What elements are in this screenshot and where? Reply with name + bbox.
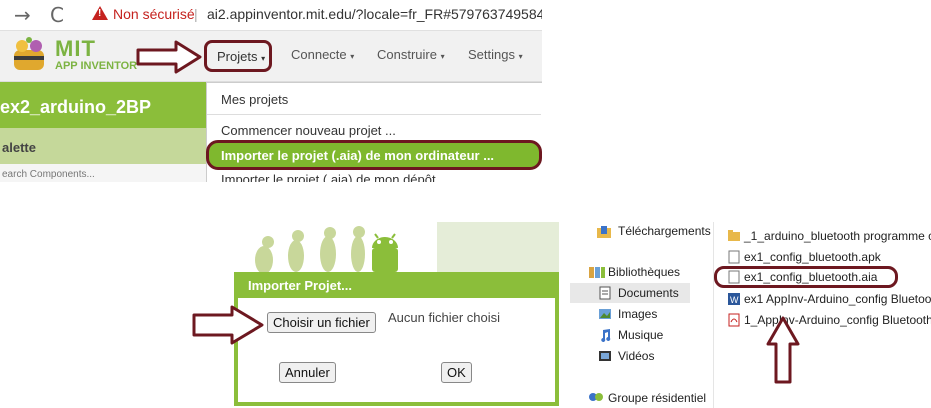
nav-item-musique[interactable]: Musique: [618, 328, 663, 342]
music-icon: [601, 329, 611, 342]
annotation-highlight-projets: [204, 40, 272, 72]
nav-item-videos[interactable]: Vidéos: [618, 349, 654, 363]
annotation-arrow-up-icon: [766, 316, 800, 384]
chevron-down-icon: ▾: [350, 52, 355, 61]
menu-settings[interactable]: Settings ▾: [468, 47, 523, 62]
dropdown-divider: [207, 114, 541, 115]
choose-file-button[interactable]: Choisir un fichier: [267, 312, 376, 333]
logo-app-inventor-text: APP INVENTOR: [55, 60, 138, 72]
address-separator: |: [194, 6, 198, 22]
annotation-highlight-aia-file: [714, 266, 898, 288]
nav-item-documents[interactable]: Documents: [618, 286, 679, 300]
project-title: ex2_arduino_2BP: [0, 97, 152, 117]
nav-item-telechargements[interactable]: Téléchargements: [618, 224, 711, 238]
palette-title: alette: [2, 140, 36, 155]
warning-icon: [92, 6, 108, 20]
file-item-apk[interactable]: ex1_config_bluetooth.apk: [744, 250, 881, 264]
libraries-icon: [589, 267, 605, 278]
url-text[interactable]: ai2.appinventor.mit.edu/?locale=fr_FR#57…: [207, 6, 542, 22]
homegroup-icon: [589, 393, 603, 401]
no-file-chosen-text: Aucun fichier choisi: [388, 310, 500, 325]
documents-icon: [599, 286, 611, 300]
dropdown-item-importer-depot[interactable]: Importer le projet (.aia) de mon dépôt: [221, 172, 436, 182]
file-item-word-doc[interactable]: ex1 AppInv-Arduino_config Bluetoo: [744, 292, 931, 306]
cancel-button[interactable]: Annuler: [279, 362, 336, 383]
menu-connecte[interactable]: Connecte ▾: [291, 47, 354, 62]
word-document-icon: W: [728, 293, 740, 305]
images-icon: [599, 309, 611, 319]
evolution-illustration: [234, 222, 444, 272]
svg-text:W: W: [730, 295, 739, 305]
dropdown-item-mes-projets[interactable]: Mes projets: [221, 92, 288, 107]
search-components-input[interactable]: earch Components...: [2, 169, 95, 180]
menu-connecte-label: Connecte: [291, 47, 347, 62]
forward-icon[interactable]: →: [14, 3, 31, 27]
nav-item-images[interactable]: Images: [618, 307, 657, 321]
nav-item-bibliotheques[interactable]: Bibliothèques: [608, 265, 680, 279]
dropdown-item-nouveau-projet[interactable]: Commencer nouveau projet ...: [221, 123, 396, 138]
dropdown-item-importer-ordinateur[interactable]: Importer le projet (.aia) de mon ordinat…: [221, 148, 494, 163]
evolution-figures-icon: [255, 226, 398, 272]
folder-icon: [728, 230, 740, 241]
nav-item-groupe-residentiel[interactable]: Groupe résidentiel: [608, 391, 706, 405]
annotation-arrow-right-icon: [192, 305, 264, 345]
ok-button[interactable]: OK: [441, 362, 472, 383]
dialog-title: Importer Projet...: [248, 278, 353, 293]
downloads-folder-icon: [597, 226, 611, 238]
videos-icon: [599, 351, 611, 361]
refresh-icon[interactable]: C: [50, 3, 64, 27]
security-warning-text[interactable]: Non sécurisé: [113, 6, 195, 22]
file-icon: [728, 250, 740, 264]
annotation-arrow-right-icon: [136, 40, 202, 74]
menu-construire-label: Construire: [377, 47, 437, 62]
app-inventor-logo-icon: [14, 37, 44, 70]
menu-settings-label: Settings: [468, 47, 515, 62]
logo-mit-text: MIT: [55, 36, 96, 61]
pdf-icon: [728, 313, 740, 327]
app-inventor-window: → C Non sécurisé | ai2.appinventor.mit.e…: [0, 0, 542, 182]
chevron-down-icon: ▾: [440, 52, 445, 61]
file-item-folder[interactable]: _1_arduino_bluetooth programme c: [744, 229, 931, 243]
menu-construire[interactable]: Construire ▾: [377, 47, 445, 62]
address-bar[interactable]: → C Non sécurisé | ai2.appinventor.mit.e…: [0, 0, 542, 31]
chevron-down-icon: ▾: [518, 52, 523, 61]
background-frame: [437, 222, 559, 274]
